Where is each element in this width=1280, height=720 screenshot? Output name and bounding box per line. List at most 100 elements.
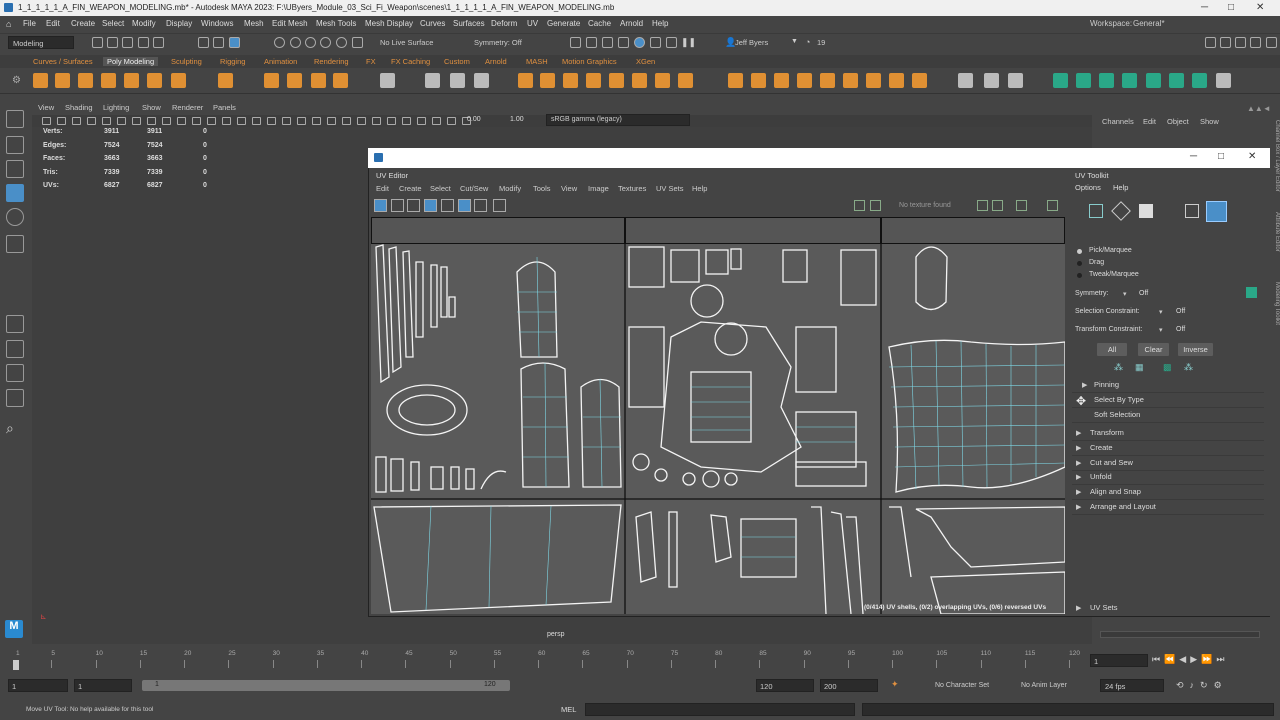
- make-live-brush-icon[interactable]: [1008, 73, 1023, 88]
- xray-joints-icon[interactable]: [417, 117, 426, 125]
- sculpt-brush-icon[interactable]: [958, 73, 973, 88]
- paint-select-icon[interactable]: [6, 160, 24, 178]
- offset-loop-icon[interactable]: [774, 73, 789, 88]
- shelf-tab-poly-modeling[interactable]: Poly Modeling: [103, 57, 159, 66]
- menu-edit[interactable]: Edit: [46, 19, 60, 28]
- uv-minimize-icon[interactable]: ─: [1190, 151, 1197, 162]
- uv-border-icon[interactable]: [441, 199, 454, 212]
- menu-edit-mesh[interactable]: Edit Mesh: [272, 19, 308, 28]
- uv-filter-icon[interactable]: [977, 200, 988, 211]
- select-camera-icon[interactable]: [42, 117, 51, 125]
- viewport-menu-show[interactable]: Show: [142, 103, 161, 112]
- section-expand-icon[interactable]: ▶: [1076, 429, 1081, 437]
- uv-image-display-icon[interactable]: [854, 200, 865, 211]
- multi-cut-icon[interactable]: [751, 73, 766, 88]
- camera-attributes-icon[interactable]: [57, 117, 66, 125]
- collapse-icon[interactable]: [820, 73, 835, 88]
- exposure-icon[interactable]: [447, 117, 456, 125]
- open-scene-icon[interactable]: [107, 37, 118, 48]
- section-expand-icon[interactable]: ▶: [1076, 604, 1081, 612]
- shelf-options-icon[interactable]: ⚙: [12, 75, 21, 86]
- modeling-toolkit-toggle-icon[interactable]: [1205, 37, 1216, 48]
- channel-box-menu-show[interactable]: Show: [1200, 117, 1219, 126]
- cube-icon[interactable]: [55, 73, 70, 88]
- separate-icon[interactable]: [425, 73, 440, 88]
- uv-cut-icon[interactable]: [1216, 73, 1231, 88]
- mode-radio-drag[interactable]: [1077, 261, 1082, 266]
- viewport-menu-view[interactable]: View: [38, 103, 54, 112]
- minimize-icon[interactable]: ─: [1201, 2, 1208, 13]
- mode-radio-tweak-marquee[interactable]: [1077, 273, 1082, 278]
- image-plane-icon[interactable]: [87, 117, 96, 125]
- shadows-icon[interactable]: [312, 117, 321, 125]
- section-transform[interactable]: Transform: [1090, 428, 1124, 437]
- select-backfacing-icon[interactable]: ▩: [1163, 362, 1172, 373]
- symmetry-status[interactable]: Symmetry: Off: [474, 38, 522, 47]
- uv-shaded-icon[interactable]: [391, 199, 404, 212]
- pause-icon[interactable]: ❚❚: [681, 37, 696, 48]
- shelf-tab-arnold[interactable]: Arnold: [485, 57, 507, 66]
- select-by-hierarchy-icon[interactable]: [198, 37, 209, 48]
- wedge-icon[interactable]: [889, 73, 904, 88]
- script-language-toggle[interactable]: MEL: [561, 705, 576, 714]
- toolkit-options-menu[interactable]: Options: [1075, 183, 1101, 192]
- multisample-aa-icon[interactable]: [357, 117, 366, 125]
- viewport-menu-shading[interactable]: Shading: [65, 103, 93, 112]
- shelf-tab-motion-graphics[interactable]: Motion Graphics: [562, 57, 617, 66]
- poly-helper-icon[interactable]: [333, 73, 348, 88]
- toolkit-scrollbar[interactable]: [1100, 631, 1260, 638]
- isolate-select-icon[interactable]: [387, 117, 396, 125]
- section-expand-icon[interactable]: ▶: [1082, 381, 1087, 389]
- menu-generate[interactable]: Generate: [547, 19, 580, 28]
- smooth-shade-all-icon[interactable]: [252, 117, 261, 125]
- workspace-select[interactable]: General*: [1133, 19, 1165, 28]
- render-frame-icon[interactable]: [586, 37, 597, 48]
- new-scene-icon[interactable]: [92, 37, 103, 48]
- select-by-object-icon[interactable]: [213, 37, 224, 48]
- 2d-pan-zoom-icon[interactable]: [102, 117, 111, 125]
- snap-point-icon[interactable]: [305, 37, 316, 48]
- wireframe-icon[interactable]: [237, 117, 246, 125]
- uv-select-mode-icon[interactable]: [374, 199, 387, 212]
- uv-menu-edit[interactable]: Edit: [376, 184, 389, 193]
- disc-icon[interactable]: [171, 73, 186, 88]
- uv-screenshot-icon[interactable]: [493, 199, 506, 212]
- xray-active-components-icon[interactable]: [432, 117, 441, 125]
- fps-select[interactable]: 24 fps: [1100, 679, 1164, 692]
- uv-shells-svg[interactable]: [371, 217, 1065, 614]
- range-start-field[interactable]: 1: [74, 679, 132, 692]
- film-gate-icon[interactable]: [147, 117, 156, 125]
- inverse-selection-button[interactable]: Inverse: [1178, 343, 1213, 356]
- cylinder-icon[interactable]: [78, 73, 93, 88]
- circularize-icon[interactable]: [797, 73, 812, 88]
- shelf-tab-animation[interactable]: Animation: [264, 57, 297, 66]
- range-slider-bar[interactable]: [142, 680, 510, 691]
- use-all-lights-icon[interactable]: [297, 117, 306, 125]
- selection-constraint-value[interactable]: Off: [1176, 308, 1185, 315]
- menu-surfaces[interactable]: Surfaces: [453, 19, 485, 28]
- transform-constraint-dropdown-icon[interactable]: ▾: [1159, 326, 1163, 334]
- toolkit-help-menu[interactable]: Help: [1113, 183, 1128, 192]
- render-region-icon[interactable]: [570, 37, 581, 48]
- snap-grid-icon[interactable]: [274, 37, 285, 48]
- section-expand-icon[interactable]: ▶: [1076, 473, 1081, 481]
- symmetry-dropdown-icon[interactable]: ▾: [1123, 290, 1127, 298]
- select-all-button[interactable]: All: [1097, 343, 1127, 356]
- toolkit-symmetry-value[interactable]: Off: [1139, 290, 1148, 297]
- shelf-tab-fx-caching[interactable]: FX Caching: [391, 57, 430, 66]
- section-select-by-type[interactable]: Select By Type: [1094, 395, 1144, 404]
- ipr-render-icon[interactable]: [602, 37, 613, 48]
- uv-shell-mode-icon[interactable]: [1089, 204, 1103, 218]
- uv-cylindrical-icon[interactable]: [1099, 73, 1114, 88]
- section-uv-sets[interactable]: UV Sets: [1090, 603, 1118, 612]
- uv-editor-icon[interactable]: [1169, 73, 1184, 88]
- uv-face-mode-icon[interactable]: [1139, 204, 1153, 218]
- close-icon[interactable]: ✕: [1256, 2, 1264, 13]
- section-create[interactable]: Create: [1090, 443, 1113, 452]
- uv-menu-cut-sew[interactable]: Cut/Sew: [460, 184, 488, 193]
- uv-menu-create[interactable]: Create: [399, 184, 422, 193]
- persp-outliner-layout-icon[interactable]: [6, 364, 24, 382]
- fill-hole-icon[interactable]: [609, 73, 624, 88]
- attribute-editor-toggle-icon[interactable]: [1220, 37, 1231, 48]
- anim-layer-select[interactable]: No Anim Layer: [1021, 682, 1067, 689]
